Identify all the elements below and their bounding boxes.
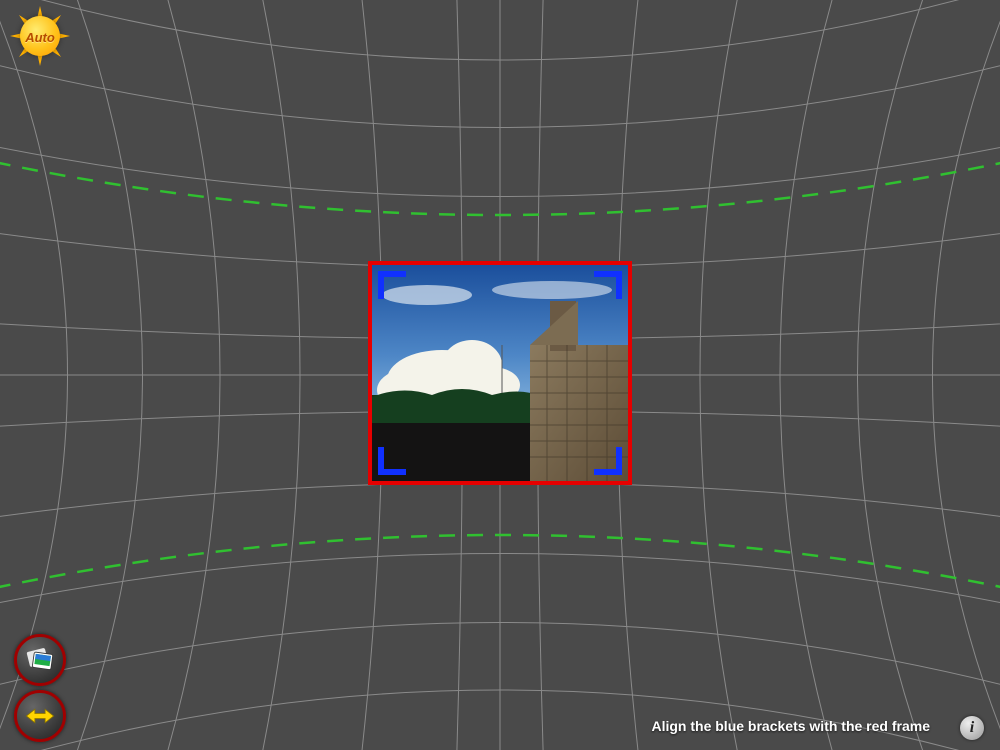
- capture-stage[interactable]: Auto Align the blue brackets with the re…: [0, 0, 1000, 750]
- instruction-text: Align the blue brackets with the red fra…: [651, 718, 930, 734]
- exposure-mode-label: Auto: [25, 30, 55, 45]
- captured-thumbnail: [372, 265, 628, 481]
- gallery-icon: [23, 643, 57, 677]
- exposure-mode-button[interactable]: Auto: [10, 6, 70, 66]
- info-button[interactable]: i: [960, 716, 984, 740]
- orientation-button[interactable]: [14, 690, 66, 742]
- info-icon: i: [970, 719, 974, 736]
- gallery-button[interactable]: [14, 634, 66, 686]
- viewfinder[interactable]: [368, 261, 632, 485]
- horizontal-arrows-icon: [23, 699, 57, 733]
